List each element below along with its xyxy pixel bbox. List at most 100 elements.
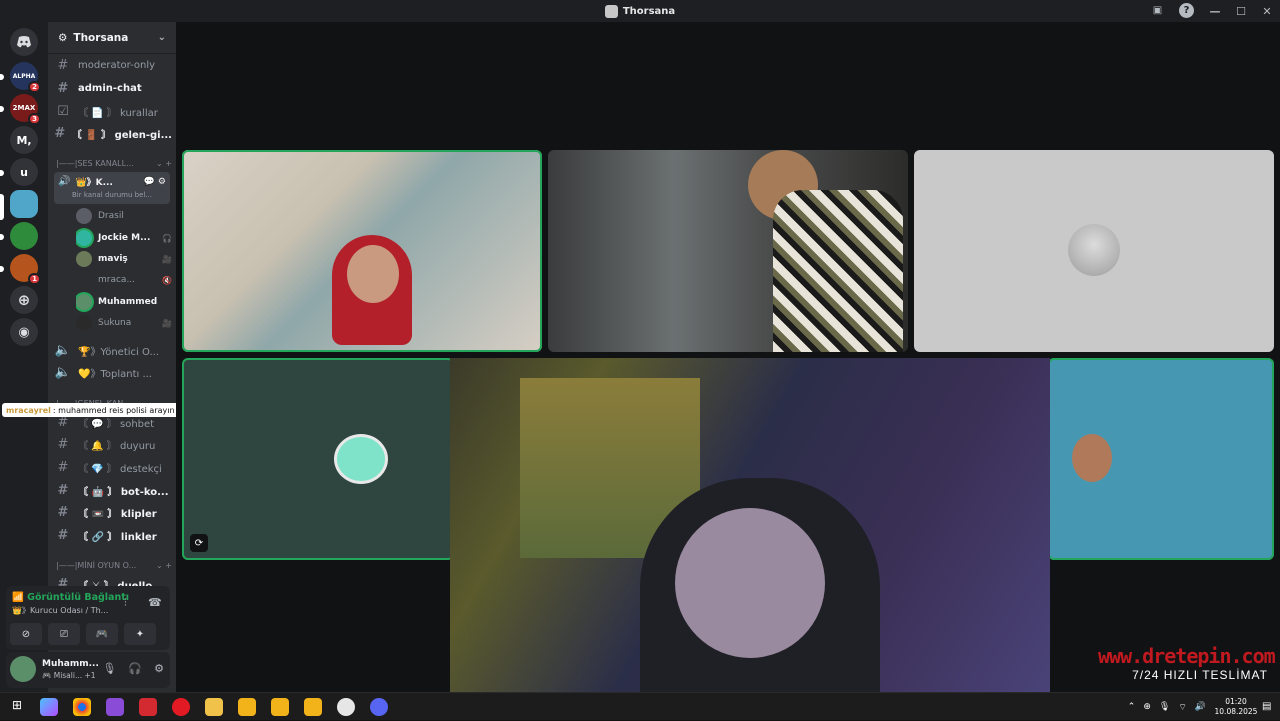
channel-admin-chat[interactable]: # admin-chat [54, 78, 172, 98]
opera-icon[interactable] [172, 698, 190, 716]
maximize-icon[interactable]: ☐ [1228, 5, 1254, 18]
chevron-up-icon[interactable]: ⌃ [1128, 702, 1136, 712]
category-voice[interactable]: |——|SES KANALL... ⌄ + [56, 156, 172, 170]
add-server-icon[interactable]: ⊕ [10, 286, 38, 314]
toast-user: mracayrel [6, 405, 51, 415]
server-header[interactable]: ⚙ Thorsana ⌄ [48, 22, 176, 54]
wifi-icon[interactable]: ⌔ [1178, 702, 1186, 713]
add-channel-icon[interactable]: ⌄ + [156, 159, 172, 168]
window-titlebar: Thorsana ▣ ? — ☐ ✕ [0, 0, 1280, 22]
channel-klipler[interactable]: # 〘 📼 〙 klipler [54, 502, 172, 522]
close-icon[interactable]: ✕ [1254, 5, 1280, 18]
server-icon-orange[interactable]: 1 [10, 254, 41, 285]
member-name: Sukuna [98, 318, 132, 328]
hash-icon: # [57, 57, 69, 73]
video-tile[interactable] [914, 150, 1274, 352]
avatar [1068, 224, 1120, 276]
voice-channel-name: 👑》K... [75, 178, 113, 188]
video-tile[interactable] [548, 150, 908, 352]
user-name[interactable]: Muhamm... [42, 659, 99, 669]
category-mini-games[interactable]: |——|MİNİ OYUN O... ⌄ + [56, 558, 172, 572]
add-channel-icon[interactable]: ⌄ + [156, 561, 172, 570]
voice-member[interactable]: maviş 🎥 [76, 249, 172, 269]
voice-member[interactable]: mraca... 🔇 [76, 270, 172, 290]
start-icon[interactable]: ⊞ [8, 698, 26, 716]
settings-icon[interactable]: ⚙ [154, 662, 164, 675]
channel-gelen-giden[interactable]: # 〘 🚪 〙 gelen-gi... [54, 123, 172, 143]
channel-duyuru[interactable]: # 〘 🔔 〙 duyuru [54, 434, 172, 454]
network-icon[interactable]: ⊕ [1143, 702, 1151, 712]
selected-pill [0, 194, 4, 220]
discord-home-icon[interactable] [10, 28, 38, 56]
server-icon-u[interactable]: u [10, 158, 38, 186]
voice-channel-toplanti[interactable]: 🔈 💛》Toplantı ... [54, 362, 172, 382]
clock[interactable]: 01:20 10.08.2025 [1214, 697, 1258, 717]
app-icon[interactable] [106, 698, 124, 716]
app-icon[interactable] [238, 698, 256, 716]
server-header-icon: ⚙ [58, 31, 68, 44]
chevron-down-icon[interactable]: ⌄ [158, 32, 166, 43]
copilot-icon[interactable] [40, 698, 58, 716]
activity-icon[interactable]: 🎮 [86, 623, 118, 645]
microphone-icon[interactable]: 🎙 [102, 662, 116, 675]
speaker-icon[interactable]: 🔊 [1195, 702, 1206, 712]
minimize-icon[interactable]: — [1202, 5, 1228, 18]
participant-shirt [773, 190, 903, 352]
microphone-icon[interactable]: 🎙 [1159, 702, 1170, 712]
soundboard-icon[interactable]: ✦ [124, 623, 156, 645]
explore-icon[interactable]: ◉ [10, 318, 38, 346]
notification-icon[interactable]: ▤ [1262, 701, 1274, 713]
member-name: Drasil [98, 211, 124, 221]
focused-video[interactable] [450, 358, 1050, 694]
app-icon[interactable] [271, 698, 289, 716]
channel-kurallar[interactable]: ☑ 〘 📄 〙 kurallar [54, 101, 172, 121]
server-label: ALPHA [12, 72, 36, 80]
voice-location[interactable]: 👑》Kurucu Odası / Th... [12, 605, 108, 616]
headphones-icon[interactable]: 🎧 [128, 662, 142, 675]
stream-icon[interactable]: ⟳ [190, 534, 208, 552]
app-icon[interactable] [337, 698, 355, 716]
channel-linkler[interactable]: # 〘 🔗 〙 linkler [54, 525, 172, 545]
chat-overlay-toast: mracayrel : muhammed reis polisi arayın … [2, 403, 202, 417]
voice-member[interactable]: Jockie M... 🎧 [76, 228, 172, 248]
avatar [76, 230, 92, 246]
server-icon-2max[interactable]: 2MAX 3 [10, 94, 41, 125]
voice-member[interactable]: Drasil [76, 206, 172, 226]
server-icon-alpha[interactable]: ALPHA 2 [10, 62, 41, 93]
discord-icon[interactable] [370, 698, 388, 716]
noise-suppression-icon[interactable]: ⫶ [124, 596, 127, 610]
file-explorer-icon[interactable] [205, 698, 223, 716]
speaker-icon: 🔈 [54, 342, 72, 358]
server-icon-thorsana[interactable] [10, 190, 38, 218]
server-icon-m[interactable]: M, [10, 126, 38, 154]
camera-off-icon[interactable]: ⊘ [10, 623, 42, 645]
app-icon[interactable] [139, 698, 157, 716]
inbox-icon[interactable]: ▣ [1150, 3, 1165, 18]
voice-member[interactable]: Sukuna 🎥 [76, 313, 172, 333]
channel-destekci[interactable]: # 〘 💎 〙 destekçi [54, 457, 172, 477]
chrome-icon[interactable] [73, 698, 91, 716]
channel-bot-komut[interactable]: # 〘 🤖 〙 bot-ko... [54, 480, 172, 500]
channel-moderator-only[interactable]: # moderator-only [54, 55, 172, 75]
screen-share-icon[interactable]: ⎚ [48, 623, 80, 645]
unread-pill [0, 266, 4, 272]
window-title: Thorsana [604, 4, 675, 18]
active-voice-channel[interactable]: 🔊 👑》K... 💬 ⚙ Bir kanal durumu bel... [54, 172, 170, 204]
user-controls: 🎙 🎧 ⚙ [102, 662, 164, 675]
voice-channel-yonetici[interactable]: 🔈 🏆》Yönetici O... [54, 340, 172, 360]
video-tile[interactable] [182, 150, 542, 352]
voice-member[interactable]: Muhammed [76, 292, 172, 312]
hash-icon: # [57, 504, 69, 520]
video-tile[interactable]: ⟳ [182, 358, 454, 560]
member-name: maviş [98, 254, 128, 264]
channel-label: moderator-only [78, 59, 156, 71]
rules-icon: ☑ [57, 103, 69, 119]
disconnect-icon[interactable]: ☎ [148, 596, 162, 609]
avatar[interactable] [10, 656, 36, 682]
channel-settings-icon[interactable]: 💬 ⚙ [144, 177, 166, 187]
help-icon[interactable]: ? [1179, 3, 1194, 18]
video-tile[interactable] [1048, 358, 1274, 560]
app-icon[interactable] [304, 698, 322, 716]
server-icon-green[interactable] [10, 222, 38, 250]
hash-icon: # [57, 482, 69, 498]
